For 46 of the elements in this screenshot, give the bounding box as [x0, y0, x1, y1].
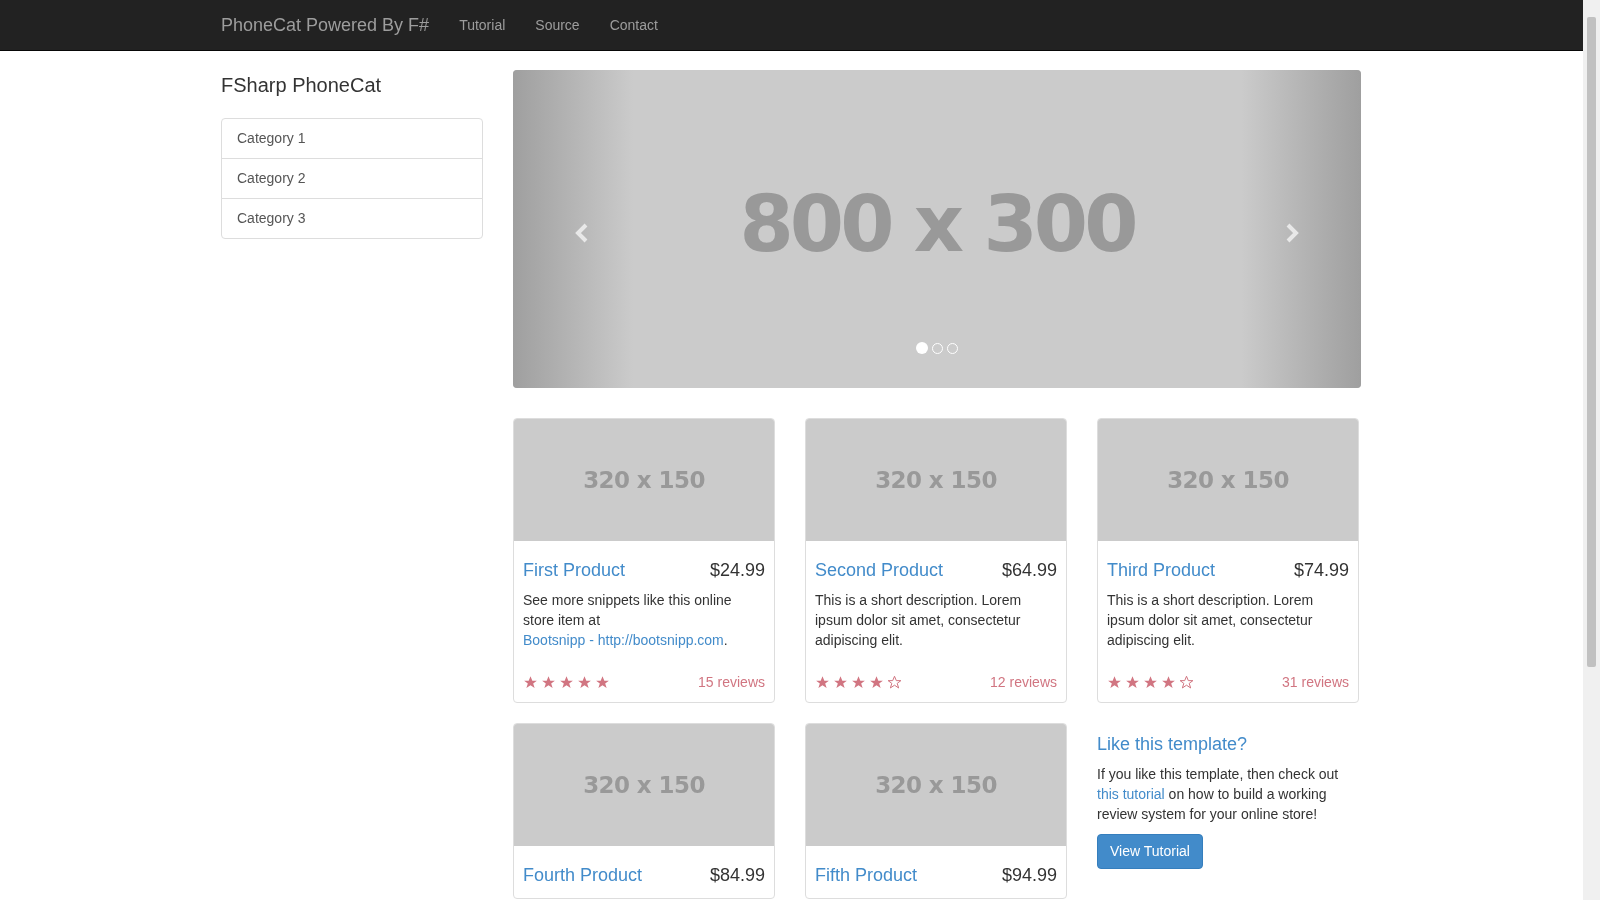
product-title[interactable]: Fourth Product — [523, 862, 643, 889]
product-description: This is a short description. Lorem ipsum dolor sit amet, consectetur adipiscing elit. — [815, 591, 1023, 650]
star-icon — [523, 675, 538, 690]
star-outline-icon — [887, 675, 902, 690]
product-title[interactable]: First Product — [523, 557, 626, 584]
sidebar-title: FSharp PhoneCat — [221, 73, 383, 98]
product-title[interactable]: Third Product — [1107, 557, 1216, 584]
star-icon — [1125, 675, 1140, 690]
product-price: $74.99 — [1293, 559, 1349, 582]
product-title[interactable]: Second Product — [815, 557, 944, 584]
review-count: 15 reviews — [698, 673, 765, 692]
star-icon — [541, 675, 556, 690]
star-icon — [559, 675, 574, 690]
product-description: See more snippets like this online store item at Bootsnipp - http://bootsnipp.com. — [523, 591, 733, 650]
view-tutorial-button[interactable]: View Tutorial — [1097, 834, 1203, 869]
scrollbar[interactable] — [1583, 0, 1600, 900]
star-icon — [1107, 675, 1122, 690]
product-title[interactable]: Fifth Product — [815, 862, 918, 889]
nav-link[interactable]: Source — [520, 0, 595, 51]
promo-title: Like this template? — [1097, 733, 1249, 756]
review-count: 12 reviews — [990, 673, 1057, 692]
category-item[interactable]: Category 3 — [221, 198, 483, 239]
star-icon — [1161, 675, 1176, 690]
nav-link[interactable]: Contact — [594, 0, 673, 51]
product-price: $64.99 — [1001, 559, 1057, 582]
link[interactable]: this tutorial — [1097, 786, 1165, 802]
star-icon — [815, 675, 830, 690]
star-icon — [833, 675, 848, 690]
star-icon — [1143, 675, 1158, 690]
category-item[interactable]: Category 1 — [221, 118, 483, 159]
star-icon — [869, 675, 884, 690]
review-count: 31 reviews — [1282, 673, 1349, 692]
star-icon — [577, 675, 592, 690]
slide-indicator[interactable] — [916, 342, 928, 354]
brand-link[interactable]: PhoneCat Powered By F# — [221, 11, 430, 39]
nav-link[interactable]: Tutorial — [444, 0, 521, 51]
product-description: This is a short description. Lorem ipsum dolor sit amet, consectetur adipiscing elit. — [1107, 591, 1315, 650]
category-item[interactable]: Category 2 — [221, 158, 483, 199]
promo-text: If you like this template, then check out this tutorial on how to build a working review system for your online store! — [1097, 765, 1340, 824]
link[interactable]: Bootsnipp - http://bootsnipp.com — [523, 632, 724, 648]
star-icon — [851, 675, 866, 690]
product-price: $94.99 — [1001, 864, 1057, 887]
star-icon — [595, 675, 610, 690]
product-price: $84.99 — [709, 864, 765, 887]
product-price: $24.99 — [709, 559, 765, 582]
star-outline-icon — [1179, 675, 1194, 690]
